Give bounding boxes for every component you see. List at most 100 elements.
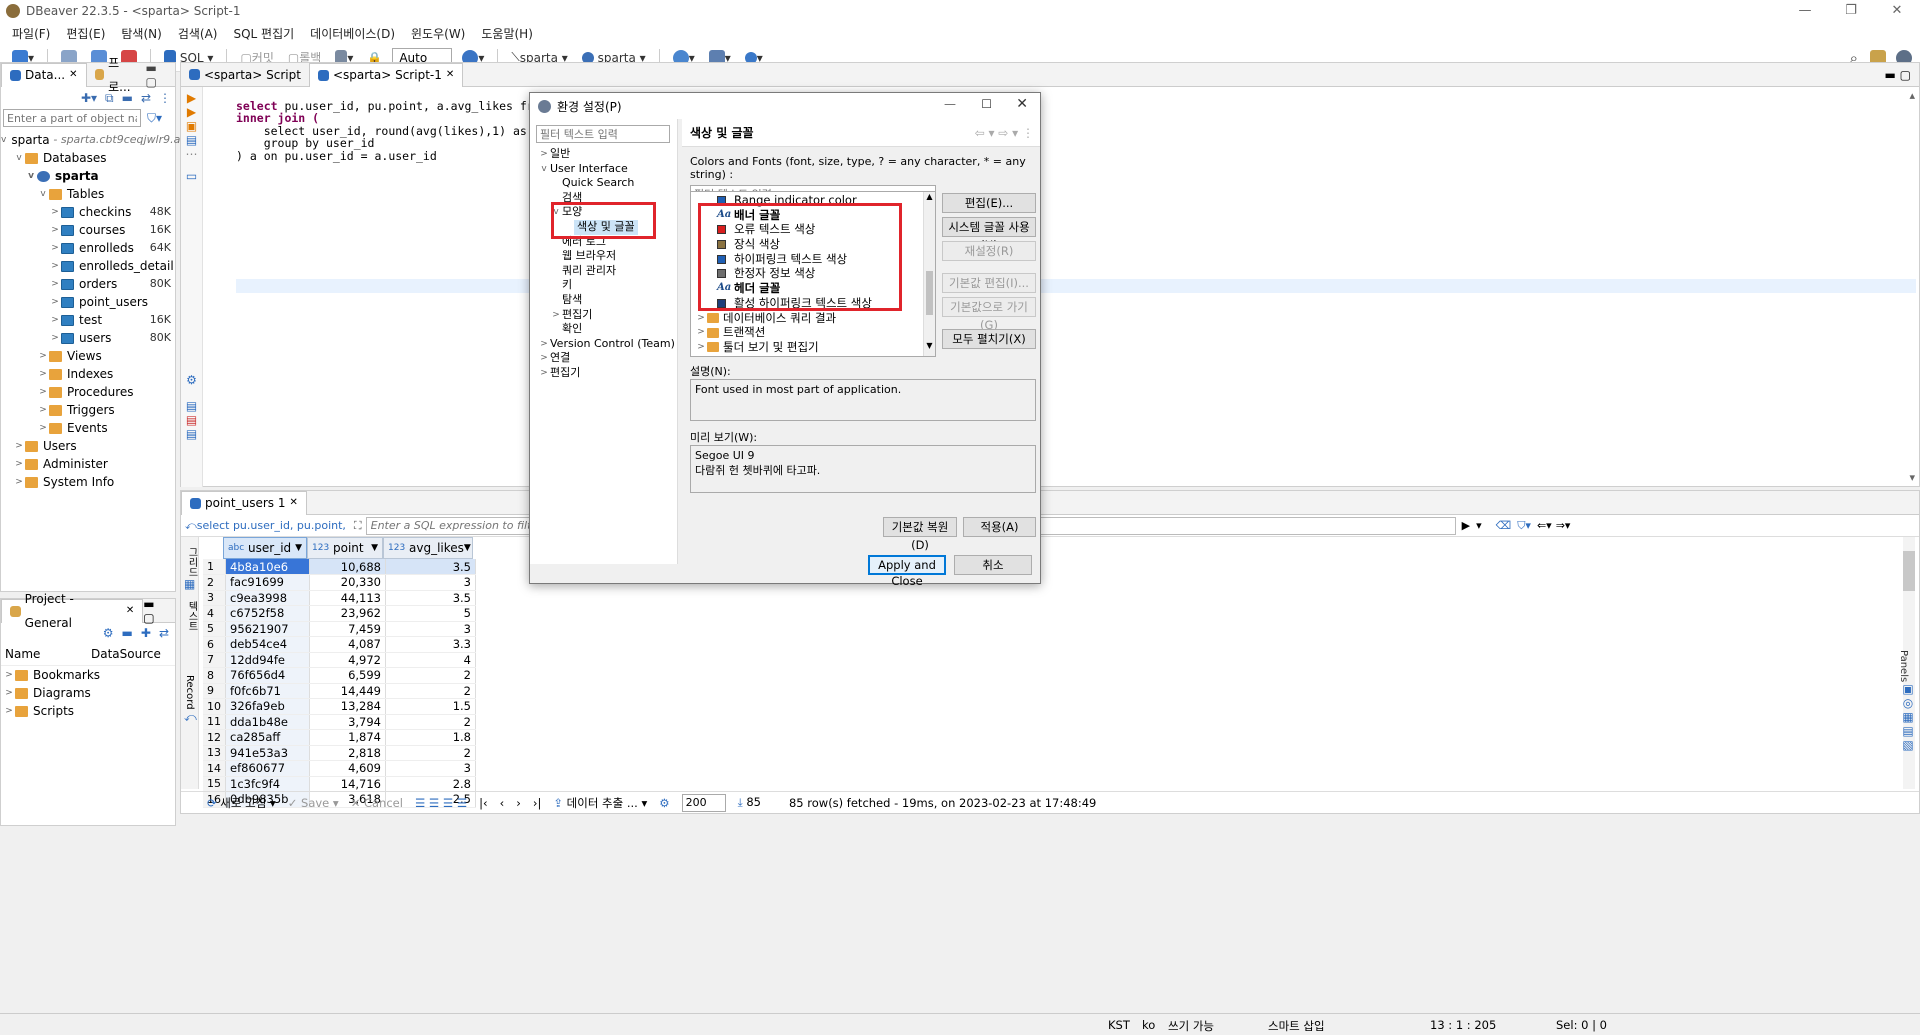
last-page-icon[interactable]: ›| (533, 796, 541, 810)
sort-icon[interactable]: ▼ (464, 537, 471, 559)
settings-icon[interactable]: ⚙ (181, 373, 202, 387)
panel-icon-2[interactable]: ◎ (1898, 696, 1918, 710)
cell-point[interactable]: 1,874 (309, 729, 386, 746)
project-item-scripts[interactable]: > Scripts (1, 702, 175, 720)
cell-point[interactable]: 14,449 (309, 683, 386, 699)
preference-tree-item[interactable]: > 편집기 (530, 308, 677, 323)
column-header-point[interactable]: 123 point ▼ (307, 537, 383, 559)
tree-connection-sparta[interactable]: v sparta - sparta.cbt9ceqjwlr9.ap (1, 131, 187, 149)
cell-user_id[interactable]: 95621907 (225, 621, 310, 637)
close-icon[interactable]: ✕ (446, 63, 454, 87)
sync-icon[interactable]: ⇄ (159, 626, 169, 640)
format-icon[interactable]: ▤ (181, 427, 202, 441)
filter-apply-icon[interactable]: ▶ (1462, 519, 1470, 532)
cell-point[interactable]: 13,284 (309, 698, 386, 715)
close-icon[interactable]: ✕ (69, 63, 77, 87)
cell-avg_likes[interactable]: 2.8 (385, 776, 476, 792)
preference-tree-item[interactable]: 쿼리 관리자 (530, 264, 677, 279)
tools-icon[interactable]: ⋯ (181, 147, 202, 161)
column-header-user_id[interactable]: abc user_id ▼ (223, 537, 307, 559)
go-to-default-button[interactable]: 기본값으로 가기(G) (942, 297, 1036, 332)
minimize-icon[interactable]: ▬ ▢ (1885, 68, 1920, 82)
menu-search[interactable]: 검색(A) (170, 25, 226, 42)
close-icon[interactable]: ✕ (289, 491, 297, 515)
project-item-diagrams[interactable]: > Diagrams (1, 684, 175, 702)
cancel-button[interactable]: 취소 (954, 555, 1032, 575)
table-row[interactable]: 1 4b8a10e6 10,688 3.5 (203, 559, 476, 575)
tree-table-item[interactable]: > courses 16K (1, 221, 175, 239)
tree-indexes[interactable]: > Indexes (1, 365, 175, 383)
table-row[interactable]: 3 c9ea3998 44,113 3.5 (203, 590, 476, 606)
table-row[interactable]: 10 326fa9eb 13,284 1.5 (203, 698, 476, 715)
clear-filter-icon[interactable]: ⌫ (1496, 519, 1512, 532)
cell-point[interactable]: 4,609 (309, 760, 386, 777)
cell-user_id[interactable]: c6752f58 (225, 605, 310, 622)
cell-point[interactable]: 4,087 (309, 636, 386, 653)
export-icon[interactable]: ▤ (181, 399, 202, 413)
cell-user_id[interactable]: c9ea3998 (225, 590, 310, 606)
menu-edit[interactable]: 편집(E) (58, 25, 113, 42)
record-icon[interactable]: ⤺ (184, 710, 198, 725)
tab-projects[interactable]: 프로... (87, 56, 146, 94)
preferences-filter-input[interactable] (536, 125, 670, 143)
cell-avg_likes[interactable]: 2 (385, 667, 476, 684)
cell-user_id[interactable]: 941e53a3 (225, 745, 310, 761)
tree-table-item[interactable]: > checkins 48K (1, 203, 175, 221)
preference-tree-item[interactable]: Quick Search (530, 176, 677, 191)
color-font-item[interactable]: > 데이터베이스 쿼리 결과 (695, 311, 935, 326)
minimize-icon[interactable]: ▬ ▢ (146, 61, 175, 89)
table-row[interactable]: 6 deb54ce4 4,087 3.3 (203, 636, 476, 653)
explain-icon[interactable]: ▣ (181, 119, 202, 133)
preference-tree-item[interactable]: > 일반 (530, 147, 677, 162)
grid-view-tab[interactable]: 그리드 (184, 547, 199, 577)
dialog-close-icon[interactable]: ✕ (1016, 96, 1028, 112)
cell-point[interactable]: 4,972 (309, 652, 386, 668)
table-row[interactable]: 2 fac91699 20,330 3 (203, 574, 476, 591)
tab-database-navigator[interactable]: Data... ✕ (1, 62, 87, 87)
refresh-button[interactable]: ⟳ 새로 고침 ▾ (207, 795, 276, 811)
cell-avg_likes[interactable]: 3 (385, 621, 476, 637)
cell-avg_likes[interactable]: 4 (385, 652, 476, 668)
use-system-font-button[interactable]: 시스템 글꼴 사용(U) (942, 217, 1036, 252)
tree-table-item[interactable]: > point_users (1, 293, 175, 311)
tree-table-item[interactable]: > enrolleds 64K (1, 239, 175, 257)
cell-user_id[interactable]: fac91699 (225, 574, 310, 591)
panels-tab[interactable]: Panels (1898, 650, 1909, 682)
cell-avg_likes[interactable]: 1.8 (385, 729, 476, 746)
tree-databases[interactable]: v Databases (1, 149, 175, 167)
cell-user_id[interactable]: 12dd94fe (225, 652, 310, 668)
cell-user_id[interactable]: 76f656d4 (225, 667, 310, 684)
cell-user_id[interactable]: deb54ce4 (225, 636, 310, 653)
tab-point-users-1[interactable]: point_users 1 ✕ (181, 490, 307, 515)
color-font-item[interactable]: > 툴더 보기 및 편집기 (695, 340, 935, 355)
apply-and-close-button[interactable]: Apply and Close (868, 555, 946, 588)
cell-point[interactable]: 2,818 (309, 745, 386, 761)
export-button[interactable]: ⇪ 데이터 추출 ... ▾ (553, 795, 647, 811)
tree-events[interactable]: > Events (1, 419, 175, 437)
color-font-item[interactable]: > 트랜잭션 (695, 325, 935, 340)
project-item-bookmarks[interactable]: > Bookmarks (1, 666, 175, 684)
menu-window[interactable]: 윈도우(W) (403, 25, 473, 42)
edit-button[interactable]: 편집(E)... (942, 193, 1036, 213)
navigator-filter-input[interactable] (3, 109, 141, 127)
sql-filter-label[interactable]: ⤺select pu.user_id, pu.point, (185, 519, 346, 533)
filter-icon[interactable]: ⛉▾ (147, 111, 162, 126)
back-icon[interactable]: ⇐▾ (1537, 519, 1552, 532)
colors-list-scrollbar[interactable]: ▲ ▼ (923, 192, 935, 356)
sort-icon[interactable]: ▼ (295, 537, 302, 559)
expand-all-button[interactable]: 모두 펼치기(X) (942, 329, 1036, 349)
cell-point[interactable]: 7,459 (309, 621, 386, 637)
gear-icon[interactable]: ⚙ (659, 796, 669, 810)
cell-avg_likes[interactable]: 3 (385, 574, 476, 591)
cell-avg_likes[interactable]: 3.5 (385, 559, 476, 575)
panel-icon-1[interactable]: ▣ (1898, 682, 1918, 696)
cell-user_id[interactable]: f0fc6b71 (225, 683, 310, 699)
text-view-tab[interactable]: 텍스트 (184, 601, 199, 631)
import-icon[interactable]: ▤ (181, 413, 202, 427)
tab-project-general[interactable]: Project - General ✕ (1, 592, 144, 630)
column-name-header[interactable]: Name (5, 647, 91, 661)
menu-help[interactable]: 도움말(H) (473, 25, 541, 42)
collapse-icon[interactable]: ▬ (122, 626, 133, 640)
table-row[interactable]: 4 c6752f58 23,962 5 (203, 605, 476, 622)
cell-point[interactable]: 23,962 (309, 605, 386, 622)
